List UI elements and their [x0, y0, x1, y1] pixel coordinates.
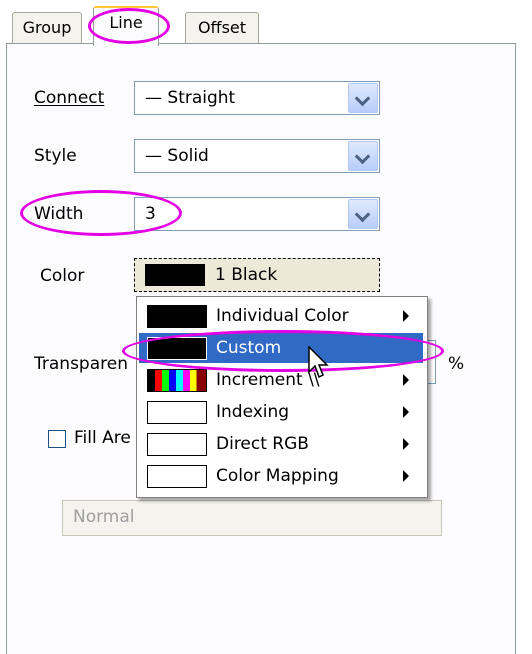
menu-item-color-mapping[interactable]: Color Mapping — [139, 461, 423, 491]
submenu-arrow-icon — [403, 470, 409, 482]
chevron-down-icon — [354, 206, 371, 223]
width-combobox[interactable]: 3 — [134, 197, 380, 231]
chevron-down-icon — [354, 90, 371, 107]
style-label: Style — [34, 146, 77, 166]
tab-group-label: Group — [22, 18, 72, 37]
menu-item-label: Indexing — [216, 402, 290, 422]
color-value: 1 Black — [215, 265, 278, 285]
style-combobox[interactable]: — Solid — [134, 139, 380, 173]
style-value: — Solid — [145, 146, 209, 166]
menu-item-indexing[interactable]: Indexing — [139, 397, 423, 427]
menu-item-label: Direct RGB — [216, 434, 309, 454]
tab-strip: Group Line Offset — [0, 0, 532, 46]
menu-item-label: Color Mapping — [216, 466, 339, 486]
indexing-swatch — [147, 401, 207, 424]
increment-color-strip-icon — [147, 369, 207, 392]
menu-item-label: Increment \\ — [216, 370, 320, 390]
transparency-label: Transparen — [34, 354, 128, 374]
color-dropdown-button[interactable]: 1 Black — [134, 258, 380, 292]
menu-item-label: Individual Color — [216, 306, 349, 326]
color-label: Color — [40, 266, 85, 286]
custom-color-swatch — [147, 337, 207, 360]
black-color-swatch — [145, 264, 205, 286]
color-mapping-swatch — [147, 465, 207, 488]
submenu-arrow-icon — [403, 406, 409, 418]
connect-combobox[interactable]: — Straight — [134, 81, 380, 115]
direct-rgb-swatch — [147, 433, 207, 456]
mouse-cursor-icon — [308, 346, 329, 379]
fill-mode-value: Normal — [73, 507, 135, 527]
connect-dropdown-button[interactable] — [348, 83, 378, 113]
percent-unit: % — [448, 354, 465, 374]
menu-item-label: Custom — [216, 338, 282, 358]
style-dropdown-button[interactable] — [348, 141, 378, 171]
chevron-down-icon — [354, 148, 371, 165]
connect-label: Connect — [34, 88, 105, 108]
width-value: 3 — [145, 204, 156, 224]
tab-line[interactable]: Line — [93, 6, 159, 46]
menu-item-custom[interactable]: Custom — [139, 333, 423, 363]
width-dropdown-button[interactable] — [348, 199, 378, 229]
submenu-arrow-icon — [403, 310, 409, 322]
tab-line-label: Line — [109, 13, 143, 32]
submenu-arrow-icon — [403, 438, 409, 450]
fill-area-label: Fill Are — [74, 428, 131, 448]
tab-group[interactable]: Group — [12, 12, 82, 44]
connect-value: — Straight — [145, 88, 236, 108]
menu-item-individual-color[interactable]: Individual Color — [139, 301, 423, 331]
menu-item-increment[interactable]: Increment \\ — [139, 365, 423, 395]
color-menu: Individual Color Custom Increment \\ Ind… — [136, 296, 428, 498]
tab-offset-label: Offset — [197, 18, 247, 37]
menu-item-direct-rgb[interactable]: Direct RGB — [139, 429, 423, 459]
tab-offset[interactable]: Offset — [185, 12, 259, 44]
width-label: Width — [34, 204, 84, 224]
fill-area-checkbox[interactable] — [48, 430, 66, 448]
fill-mode-combobox[interactable]: Normal — [62, 500, 442, 536]
individual-color-swatch — [147, 305, 207, 328]
submenu-arrow-icon — [403, 374, 409, 386]
